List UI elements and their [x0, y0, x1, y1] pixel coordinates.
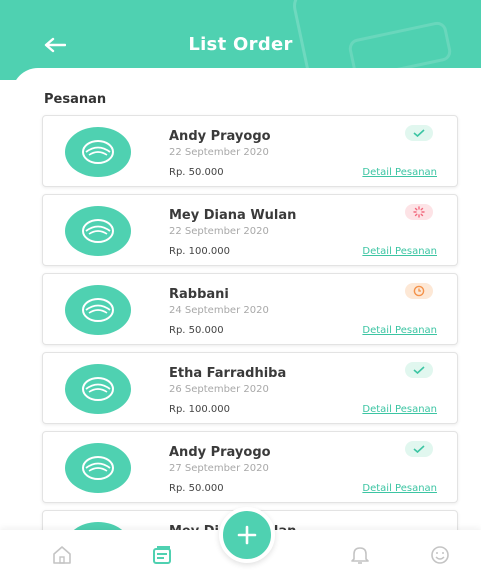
status-badge: [405, 125, 433, 141]
add-order-button[interactable]: [219, 507, 275, 563]
check-icon: [413, 129, 425, 137]
order-date: 22 September 2020: [169, 147, 269, 158]
helmet-icon: [65, 443, 131, 493]
order-price: Rp. 100.000: [169, 404, 231, 415]
helmet-icon: [65, 285, 131, 335]
status-badge: [405, 204, 433, 220]
status-badge: [405, 283, 433, 299]
order-price: Rp. 50.000: [169, 483, 224, 494]
status-badge: [405, 441, 433, 457]
customer-name: Etha Farradhiba: [169, 366, 287, 381]
check-icon: [413, 445, 425, 453]
customer-name: Mey Diana Wulan: [169, 208, 297, 223]
order-card[interactable]: Etha Farradhiba 26 September 2020 Rp. 10…: [42, 352, 458, 424]
bell-icon: [351, 547, 369, 564]
order-date: 27 September 2020: [169, 463, 269, 474]
page-title: List Order: [188, 34, 293, 55]
order-price: Rp. 100.000: [169, 246, 231, 257]
detail-pesanan-link[interactable]: Detail Pesanan: [362, 167, 437, 178]
order-date: 26 September 2020: [169, 384, 269, 395]
order-card[interactable]: Andy Prayogo 22 September 2020 Rp. 50.00…: [42, 115, 458, 187]
section-label: Pesanan: [44, 92, 107, 107]
order-card[interactable]: Andy Prayogo 27 September 2020 Rp. 50.00…: [42, 431, 458, 503]
customer-name: Rabbani: [169, 287, 229, 302]
detail-pesanan-link[interactable]: Detail Pesanan: [362, 246, 437, 257]
list-icon: [153, 546, 171, 564]
order-date: 22 September 2020: [169, 226, 269, 237]
plus-icon: [237, 525, 257, 545]
customer-name: Andy Prayogo: [169, 129, 271, 144]
check-icon: [413, 366, 425, 374]
clock-icon: [413, 285, 425, 297]
order-price: Rp. 50.000: [169, 167, 224, 178]
detail-pesanan-link[interactable]: Detail Pesanan: [362, 483, 437, 494]
home-icon: [53, 546, 71, 564]
nav-orders[interactable]: [150, 544, 174, 566]
nav-notifications[interactable]: [348, 544, 372, 566]
helmet-icon: [65, 206, 131, 256]
nav-home[interactable]: [50, 544, 74, 566]
nav-profile[interactable]: [428, 544, 452, 566]
customer-name: Andy Prayogo: [169, 445, 271, 460]
detail-pesanan-link[interactable]: Detail Pesanan: [362, 325, 437, 336]
order-date: 24 September 2020: [169, 305, 269, 316]
order-card[interactable]: Rabbani 24 September 2020 Rp. 50.000 Det…: [42, 273, 458, 345]
status-badge: [405, 362, 433, 378]
loading-icon: [413, 206, 425, 218]
smile-icon: [431, 546, 449, 564]
order-card[interactable]: Mey Diana Wulan 22 September 2020 Rp. 10…: [42, 194, 458, 266]
order-price: Rp. 50.000: [169, 325, 224, 336]
helmet-icon: [65, 127, 131, 177]
detail-pesanan-link[interactable]: Detail Pesanan: [362, 404, 437, 415]
helmet-icon: [65, 364, 131, 414]
